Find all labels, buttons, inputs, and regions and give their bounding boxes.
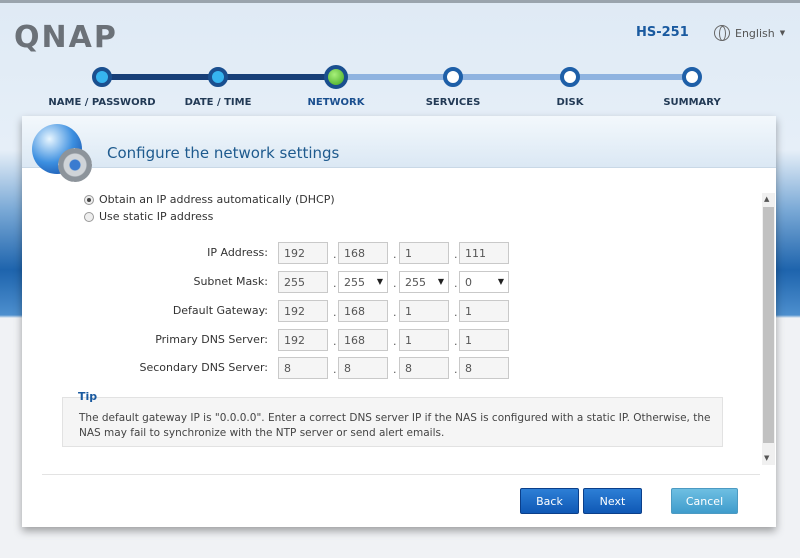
radio-icon bbox=[84, 211, 94, 222]
language-selector[interactable]: English ▼ bbox=[714, 25, 785, 41]
ip-field-row: Default Gateway: 192. 168. 1. 1 bbox=[22, 300, 722, 322]
octet-separator: . bbox=[393, 335, 397, 348]
octet-separator: . bbox=[454, 248, 458, 261]
globe-icon bbox=[714, 25, 730, 41]
step-node-icon bbox=[208, 67, 228, 87]
step-label: NETWORK bbox=[307, 97, 365, 108]
octet-input[interactable]: 168 bbox=[338, 300, 388, 322]
tip-title: Tip bbox=[78, 390, 98, 403]
footer-divider bbox=[42, 474, 760, 475]
network-settings-icon bbox=[32, 124, 94, 186]
caret-down-icon: ▼ bbox=[779, 29, 786, 37]
octet-input[interactable]: 1 bbox=[399, 329, 449, 351]
top-bar bbox=[0, 0, 800, 3]
octet-input[interactable]: 255 bbox=[278, 271, 328, 293]
octet-separator: . bbox=[454, 335, 458, 348]
wizard-panel: Configure the network settings Obtain an… bbox=[22, 116, 776, 527]
step-label: DISK bbox=[556, 97, 584, 108]
next-button[interactable]: Next bbox=[583, 488, 642, 514]
static-ip-label: Use static IP address bbox=[99, 210, 214, 223]
panel-title: Configure the network settings bbox=[107, 144, 340, 162]
step-label: NAME / PASSWORD bbox=[48, 97, 156, 108]
step-connector bbox=[453, 74, 570, 80]
step-connector bbox=[102, 74, 218, 80]
field-label: Subnet Mask: bbox=[193, 275, 268, 288]
panel-header: Configure the network settings bbox=[22, 116, 776, 168]
ip-field-row: Primary DNS Server: 192. 168. 1. 1 bbox=[22, 329, 722, 351]
octet-input[interactable]: 111 bbox=[459, 242, 509, 264]
field-label: Default Gateway: bbox=[172, 304, 268, 317]
dhcp-radio[interactable]: Obtain an IP address automatically (DHCP… bbox=[84, 193, 335, 206]
octet-input[interactable]: 1 bbox=[459, 300, 509, 322]
step-label: DATE / TIME bbox=[184, 97, 252, 108]
octet-separator: . bbox=[333, 306, 337, 319]
octet-input[interactable]: 192 bbox=[278, 242, 328, 264]
cancel-button[interactable]: Cancel bbox=[671, 488, 738, 514]
field-label: IP Address: bbox=[207, 246, 268, 259]
scrollbar[interactable]: ▲ ▼ bbox=[762, 193, 775, 465]
field-label: Primary DNS Server: bbox=[155, 333, 268, 346]
step-label: SERVICES bbox=[425, 97, 481, 108]
octet-separator: . bbox=[393, 306, 397, 319]
field-label: Secondary DNS Server: bbox=[139, 361, 268, 374]
language-label: English bbox=[735, 26, 775, 40]
radio-icon bbox=[84, 194, 94, 205]
octet-input[interactable]: 8 bbox=[399, 357, 449, 379]
step-connector bbox=[218, 74, 336, 80]
octet-input[interactable]: 192 bbox=[278, 300, 328, 322]
tip-box: The default gateway IP is "0.0.0.0". Ent… bbox=[62, 397, 723, 447]
tip-text: The default gateway IP is "0.0.0.0". Ent… bbox=[79, 412, 711, 439]
octet-input[interactable]: 1 bbox=[399, 242, 449, 264]
octet-separator: . bbox=[393, 363, 397, 376]
dhcp-label: Obtain an IP address automatically (DHCP… bbox=[99, 193, 335, 206]
octet-separator: . bbox=[454, 277, 458, 290]
octet-input[interactable]: 1 bbox=[459, 329, 509, 351]
step-node-icon bbox=[324, 65, 348, 89]
ip-field-row: Secondary DNS Server: 8. 8. 8. 8 bbox=[22, 357, 722, 379]
octet-separator: . bbox=[333, 277, 337, 290]
octet-separator: . bbox=[333, 335, 337, 348]
static-ip-radio[interactable]: Use static IP address bbox=[84, 210, 213, 223]
octet-select[interactable]: 0 bbox=[459, 271, 509, 293]
octet-separator: . bbox=[454, 306, 458, 319]
octet-separator: . bbox=[454, 363, 458, 376]
step-label: SUMMARY bbox=[663, 97, 721, 108]
back-button[interactable]: Back bbox=[520, 488, 579, 514]
ip-field-row: Subnet Mask:255.255.255.0 bbox=[22, 271, 722, 293]
scroll-up-icon[interactable]: ▲ bbox=[764, 195, 769, 203]
octet-input[interactable]: 192 bbox=[278, 329, 328, 351]
qnap-logo: QNAP bbox=[14, 20, 118, 55]
octet-select[interactable]: 255 bbox=[399, 271, 449, 293]
octet-input[interactable]: 168 bbox=[338, 329, 388, 351]
octet-input[interactable]: 8 bbox=[459, 357, 509, 379]
octet-input[interactable]: 8 bbox=[338, 357, 388, 379]
octet-separator: . bbox=[333, 363, 337, 376]
octet-input[interactable]: 168 bbox=[338, 242, 388, 264]
octet-separator: . bbox=[333, 248, 337, 261]
octet-separator: . bbox=[393, 248, 397, 261]
octet-select[interactable]: 255 bbox=[338, 271, 388, 293]
octet-input[interactable]: 1 bbox=[399, 300, 449, 322]
wizard-steps: NAME / PASSWORD DATE / TIME NETWORK SERVICE… bbox=[0, 64, 800, 114]
ip-field-row: IP Address: 192. 168. 1. 111 bbox=[22, 242, 722, 264]
octet-separator: . bbox=[393, 277, 397, 290]
step-node-icon bbox=[443, 67, 463, 87]
scrollbar-thumb[interactable] bbox=[763, 207, 774, 443]
step-node-icon bbox=[560, 67, 580, 87]
octet-input[interactable]: 8 bbox=[278, 357, 328, 379]
model-name: HS-251 bbox=[636, 25, 689, 40]
step-connector bbox=[336, 74, 453, 80]
step-node-icon bbox=[92, 67, 112, 87]
step-node-icon bbox=[682, 67, 702, 87]
scroll-down-icon[interactable]: ▼ bbox=[764, 454, 769, 462]
step-connector bbox=[570, 74, 692, 80]
